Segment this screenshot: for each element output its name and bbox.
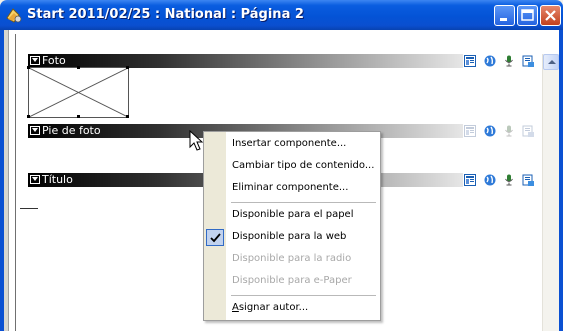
left-margin-bar bbox=[4, 30, 9, 331]
layout-icon[interactable] bbox=[464, 55, 476, 67]
section-label: Pie de foto bbox=[42, 124, 101, 137]
resize-handle[interactable] bbox=[126, 115, 129, 118]
application-window: Start 2011/02/25 : National : Página 2 F… bbox=[0, 0, 563, 331]
menu-item-label: Disponible para el papel bbox=[232, 209, 354, 220]
section-toolbar-titulo bbox=[464, 173, 542, 187]
menu-item-label: Disponible para la radio bbox=[232, 253, 352, 264]
menu-separator bbox=[231, 295, 376, 296]
page-edge-line bbox=[15, 34, 16, 331]
minimize-button[interactable] bbox=[494, 5, 515, 26]
app-icon bbox=[6, 8, 22, 23]
epaper-icon[interactable] bbox=[522, 174, 534, 186]
globe-icon[interactable] bbox=[484, 174, 496, 186]
resize-handle[interactable] bbox=[126, 66, 129, 69]
menu-item-delete-component[interactable]: Eliminar componente... bbox=[204, 178, 380, 199]
section-label: Título bbox=[42, 173, 73, 186]
epaper-icon[interactable] bbox=[522, 125, 534, 137]
menu-item-available-web[interactable]: Disponible para la web bbox=[204, 227, 380, 248]
epaper-icon[interactable] bbox=[522, 55, 534, 67]
resize-handle[interactable] bbox=[27, 66, 30, 69]
window-frame-right bbox=[559, 30, 563, 331]
text-insertion-line bbox=[20, 208, 38, 209]
photo-placeholder[interactable] bbox=[27, 66, 129, 118]
checkmark-box bbox=[206, 229, 224, 246]
microphone-icon[interactable] bbox=[503, 174, 515, 186]
maximize-button[interactable] bbox=[517, 5, 538, 26]
resize-handle[interactable] bbox=[77, 115, 80, 118]
title-bar[interactable]: Start 2011/02/25 : National : Página 2 bbox=[0, 0, 563, 30]
collapse-toggle-icon[interactable] bbox=[30, 126, 40, 135]
resize-handle[interactable] bbox=[27, 115, 30, 118]
resize-handle[interactable] bbox=[77, 66, 80, 69]
maximize-icon bbox=[521, 9, 534, 21]
section-toolbar-foto bbox=[464, 54, 542, 68]
window-title: Start 2011/02/25 : National : Página 2 bbox=[27, 7, 304, 22]
menu-item-label: Insertar componente... bbox=[232, 138, 347, 149]
vertical-scrollbar[interactable] bbox=[542, 54, 559, 331]
checkmark-icon bbox=[210, 233, 221, 243]
scroll-up-button[interactable] bbox=[543, 54, 559, 70]
menu-item-label: Disponible para la web bbox=[232, 231, 347, 242]
menu-item-available-epaper: Disponible para e-Paper bbox=[204, 271, 380, 292]
globe-icon[interactable] bbox=[484, 55, 496, 67]
collapse-toggle-icon[interactable] bbox=[30, 175, 40, 184]
menu-item-label: Disponible para e-Paper bbox=[232, 275, 352, 286]
microphone-icon[interactable] bbox=[503, 55, 515, 67]
menu-item-label: Cambiar tipo de contenido... bbox=[232, 160, 375, 171]
minimize-icon bbox=[500, 18, 507, 21]
image-placeholder-icon bbox=[29, 68, 128, 117]
menu-item-assign-author[interactable]: Asignar autor... bbox=[204, 298, 380, 319]
globe-icon[interactable] bbox=[484, 125, 496, 137]
menu-item-label: Asignar autor... bbox=[232, 302, 309, 313]
context-menu: Insertar componente... Cambiar tipo de c… bbox=[203, 131, 381, 321]
menu-separator bbox=[231, 202, 376, 203]
menu-item-label: Eliminar componente... bbox=[232, 182, 349, 193]
layout-icon[interactable] bbox=[464, 125, 476, 137]
close-button[interactable] bbox=[540, 5, 561, 26]
section-header-foto[interactable]: Foto bbox=[28, 54, 463, 68]
section-label: Foto bbox=[42, 54, 66, 67]
menu-item-available-radio: Disponible para la radio bbox=[204, 249, 380, 270]
menu-item-insert-component[interactable]: Insertar componente... bbox=[204, 134, 380, 155]
collapse-toggle-icon[interactable] bbox=[30, 56, 40, 65]
close-icon bbox=[545, 10, 556, 21]
menu-item-change-content-type[interactable]: Cambiar tipo de contenido... bbox=[204, 156, 380, 177]
layout-icon[interactable] bbox=[464, 174, 476, 186]
microphone-icon[interactable] bbox=[503, 125, 515, 137]
menu-item-available-paper[interactable]: Disponible para el papel bbox=[204, 205, 380, 226]
section-toolbar-pie-de-foto bbox=[464, 124, 542, 138]
